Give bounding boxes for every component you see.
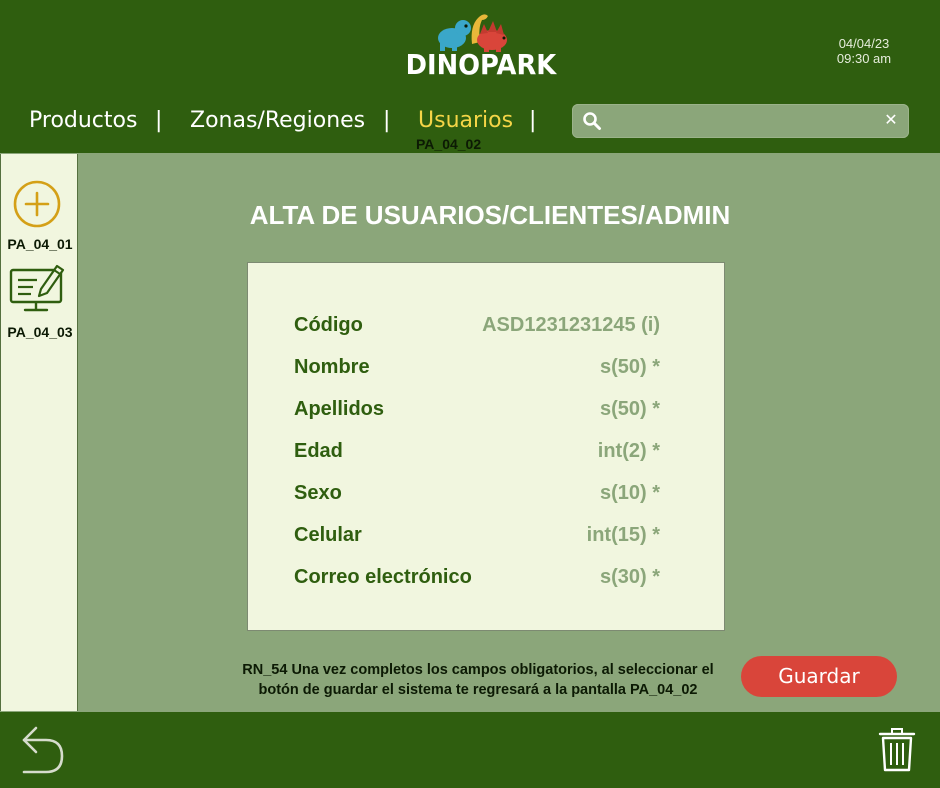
field-label: Apellidos <box>294 398 385 420</box>
dinopark-logo[interactable]: DINOPARK <box>400 6 557 82</box>
nav-item-productos[interactable]: Productos <box>29 104 137 138</box>
datetime: 04/04/23 09:30 am <box>818 36 910 66</box>
sidebar-item-pa-04-01[interactable]: PA_04_01 <box>1 180 79 254</box>
field-label: Celular <box>294 524 362 546</box>
save-button[interactable]: Guardar <box>741 656 897 697</box>
search-bar: ✕ <box>572 104 909 138</box>
footer-bar <box>0 712 940 788</box>
rule-line: RN_54 Una vez completos los campos oblig… <box>242 662 714 678</box>
field-correo-electronico[interactable]: Correo electrónico s(30) * <box>294 562 660 592</box>
trash-icon <box>878 728 916 772</box>
field-value: int(15) * <box>586 524 660 546</box>
nav-item-usuarios[interactable]: Usuarios <box>418 104 513 138</box>
field-label: Edad <box>294 440 343 462</box>
business-rule-note: RN_54 Una vez completos los campos oblig… <box>220 660 736 700</box>
search-icon <box>583 112 601 130</box>
nav-item-zonas-regiones[interactable]: Zonas/Regiones <box>190 104 365 138</box>
page-title: ALTA DE USUARIOS/CLIENTES/ADMIN <box>249 200 731 230</box>
date-text: 04/04/23 <box>838 36 890 51</box>
back-button[interactable] <box>18 724 66 776</box>
clear-search-icon[interactable]: ✕ <box>881 110 901 130</box>
field-label: Correo electrónico <box>294 566 472 588</box>
field-value: int(2) * <box>597 440 660 462</box>
delete-button[interactable] <box>878 728 916 772</box>
field-nombre[interactable]: Nombre s(50) * <box>294 352 660 382</box>
field-value: s(30) * <box>599 566 660 588</box>
edit-monitor-icon <box>9 264 65 312</box>
nav-separator: | <box>155 108 163 133</box>
field-sexo[interactable]: Sexo s(10) * <box>294 478 660 508</box>
active-screen-code: PA_04_02 <box>416 136 482 152</box>
field-value: s(50) * <box>599 356 660 378</box>
field-label: Nombre <box>294 356 370 378</box>
nav-separator: | <box>529 108 537 133</box>
field-value: s(50) * <box>599 398 660 420</box>
field-value: s(10) * <box>599 482 660 504</box>
field-apellidos[interactable]: Apellidos s(50) * <box>294 394 660 424</box>
field-label: Código <box>294 314 363 336</box>
header-bar: DINOPARK 04/04/23 09:30 am Productos | Z… <box>0 0 940 153</box>
back-arrow-icon <box>22 726 64 774</box>
add-circle-icon <box>13 180 61 228</box>
field-celular[interactable]: Celular int(15) * <box>294 520 660 550</box>
sidebar-item-label: PA_04_01 <box>7 236 73 252</box>
sidebar-item-label: PA_04_03 <box>7 324 73 340</box>
nav-separator: | <box>383 108 391 133</box>
search-input[interactable] <box>610 108 874 136</box>
field-edad[interactable]: Edad int(2) * <box>294 436 660 466</box>
field-label: Sexo <box>294 482 342 504</box>
field-codigo[interactable]: Código ASD1231231245 (i) <box>294 310 660 340</box>
field-value: ASD1231231245 (i) <box>482 314 660 336</box>
logo-text: DINOPARK <box>405 48 557 81</box>
sidebar: PA_04_01 PA_04_03 <box>0 154 78 711</box>
user-form: Código ASD1231231245 (i) Nombre s(50) * … <box>247 262 725 631</box>
sidebar-item-pa-04-03[interactable]: PA_04_03 <box>1 262 79 342</box>
rule-line: botón de guardar el sistema te regresará… <box>258 682 698 698</box>
time-text: 09:30 am <box>836 51 892 66</box>
